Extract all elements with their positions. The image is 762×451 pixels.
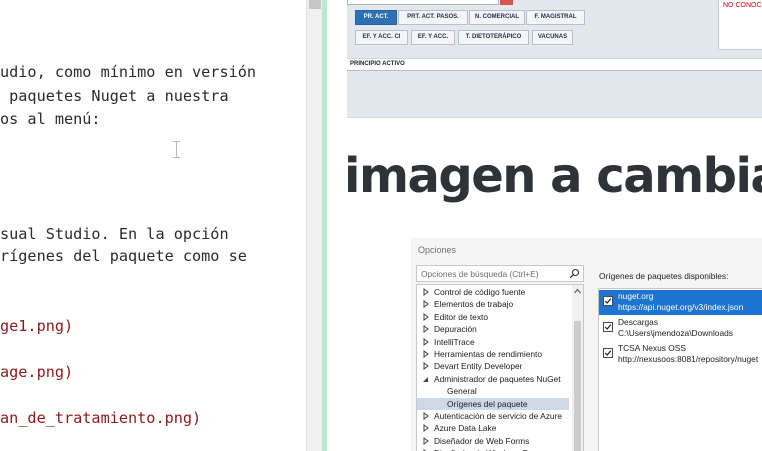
tree-item[interactable]: Autenticación de servicio de Azure xyxy=(417,410,569,422)
status-panel: NO CONOC xyxy=(718,0,762,50)
tree-item[interactable]: General xyxy=(417,385,569,397)
collapsed-arrow-icon[interactable] xyxy=(422,422,430,434)
markdown-preview: PR. ACT. PRT. ACT. PASOS. N. COMERCIAL F… xyxy=(327,0,762,451)
tree-item-label: Administrador de paquetes NuGet xyxy=(434,373,561,384)
options-tree[interactable]: Control de código fuente Elementos de tra… xyxy=(416,284,584,451)
collapsed-arrow-icon[interactable] xyxy=(422,298,430,310)
source-url: https://api.nuget.org/v3/index.json xyxy=(618,302,744,312)
tree-item-label: Orígenes del paquete xyxy=(447,398,528,409)
collapsed-arrow-icon[interactable] xyxy=(422,311,430,323)
tab-pr-act[interactable]: PR. ACT. xyxy=(355,10,397,25)
source-checkbox[interactable] xyxy=(603,348,613,358)
source-checkbox[interactable] xyxy=(603,296,613,306)
editor-line: os al menú: xyxy=(0,110,101,128)
editor-line: paquetes Nuget a nuestra xyxy=(0,87,229,105)
package-source-item[interactable]: TCSA Nexus OSS http://nexusoos:8081/repos… xyxy=(599,342,762,367)
source-name: nuget.org xyxy=(618,291,654,301)
package-sources-list[interactable]: nuget.org https://api.nuget.org/v3/index.… xyxy=(598,288,762,451)
tree-item[interactable]: Devart Entity Developer xyxy=(417,360,569,372)
source-name: TCSA Nexus OSS xyxy=(618,343,686,353)
source-url: http://nexusoos:8081/repository/nuget xyxy=(618,354,759,364)
collapsed-arrow-icon[interactable] xyxy=(422,286,430,298)
sources-header: Orígenes de paquetes disponibles: xyxy=(599,271,729,281)
tree-item-label: Editor de texto xyxy=(434,311,489,322)
source-checkbox[interactable] xyxy=(603,322,613,332)
tree-item[interactable]: Diseñador de Web Forms xyxy=(417,435,569,447)
editor-line: rígenes del paquete como se xyxy=(0,247,247,265)
editor-line: udio, como mínimo en versión xyxy=(0,63,257,81)
collapsed-arrow-icon[interactable] xyxy=(422,447,430,451)
tab-n-comercial[interactable]: N. COMERCIAL xyxy=(469,10,525,25)
tree-item-label: Diseñador de Windows Forms xyxy=(434,447,546,451)
tab-vacunas[interactable]: VACUNAS xyxy=(532,30,573,45)
tree-item-label: Autenticación de servicio de Azure xyxy=(434,411,563,421)
source-url: C:\Users\jmendoza\Downloads xyxy=(618,328,733,338)
collapsed-arrow-icon[interactable] xyxy=(422,360,430,372)
tree-item-label: Devart Entity Developer xyxy=(434,361,523,372)
tab-prt-act-pasos[interactable]: PRT. ACT. PASOS. xyxy=(398,10,468,25)
search-placeholder: Opciones de búsqueda (Ctrl+E) xyxy=(421,269,539,279)
tree-item[interactable]: Orígenes del paquete xyxy=(417,397,569,410)
status-text: NO CONOC xyxy=(723,2,762,9)
tree-item[interactable]: Azure Data Lake xyxy=(417,422,569,434)
tree-item[interactable]: Diseñador de Windows Forms xyxy=(417,447,569,451)
tree-item-label: Control de código fuente xyxy=(434,287,526,297)
tree-scrollbar-thumb[interactable] xyxy=(574,321,581,451)
editor-scrollbar-thumb[interactable] xyxy=(309,0,321,9)
tab-ef-y-acc[interactable]: EF. Y ACC. xyxy=(411,30,455,45)
tree-item[interactable]: Elementos de trabajo xyxy=(417,298,569,310)
tree-item[interactable]: IntelliTrace xyxy=(417,336,569,348)
collapsed-arrow-icon[interactable] xyxy=(422,348,430,360)
tree-item-label: Diseñador de Web Forms xyxy=(434,435,530,446)
red-button-fragment xyxy=(500,0,513,5)
tree-item-label: Azure Data Lake xyxy=(434,423,497,434)
checkmark-icon xyxy=(604,324,612,330)
package-source-item[interactable]: nuget.org https://api.nuget.org/v3/index.… xyxy=(599,290,762,315)
options-search-input[interactable]: Opciones de búsqueda (Ctrl+E) xyxy=(416,265,584,282)
tree-scrollbar[interactable] xyxy=(572,285,583,451)
tree-item[interactable]: Editor de texto xyxy=(417,311,569,323)
search-icon xyxy=(569,268,580,279)
column-header-principio-activo: PRINCIPIO ACTIVO xyxy=(350,61,405,67)
tree-item[interactable]: Herramientas de rendimiento xyxy=(417,348,569,360)
tab-ef-y-acc-ci[interactable]: EF. Y ACC. CI xyxy=(355,30,408,45)
text-cursor-icon xyxy=(173,141,180,158)
tree-item-label: Depuración xyxy=(434,324,477,335)
package-source-item[interactable]: Descargas C:\Users\jmendoza\Downloads xyxy=(599,316,762,341)
editor-scrollbar[interactable] xyxy=(306,0,322,451)
editor-link-line: an_de_tratamiento.png) xyxy=(0,409,202,427)
editor-line: sual Studio. En la opción xyxy=(0,225,229,243)
collapsed-arrow-icon[interactable] xyxy=(422,410,430,422)
options-dialog-image: Opciones Opciones de búsqueda (Ctrl+E) C… xyxy=(411,238,762,451)
editor-link-line: age.png) xyxy=(0,363,74,381)
tab-f-magistral[interactable]: F. MAGISTRAL xyxy=(526,10,585,25)
tree-item-label: IntelliTrace xyxy=(434,336,475,347)
grid-header: PRINCIPIO ACTIVO xyxy=(347,58,762,71)
scroll-up-icon[interactable] xyxy=(574,288,581,294)
tree-item[interactable]: Control de código fuente xyxy=(417,286,569,298)
tree-item-label: General xyxy=(447,386,477,397)
tree-item[interactable]: Administrador de paquetes NuGet xyxy=(417,373,569,385)
tab-t-dietoterapico[interactable]: T. DIETOTERÁPICO xyxy=(458,30,529,45)
collapsed-arrow-icon[interactable] xyxy=(422,323,430,335)
source-name: Descargas xyxy=(618,317,659,327)
search-field-fragment xyxy=(347,0,499,5)
preview-heading: imagen a cambiar xyxy=(344,148,762,204)
checkmark-icon xyxy=(604,350,612,356)
dialog-title: Opciones xyxy=(418,245,457,255)
tree-item-label: Elementos de trabajo xyxy=(434,299,514,310)
tree-item[interactable]: Depuración xyxy=(417,323,569,335)
tree-item-label: Herramientas de rendimiento xyxy=(434,349,542,359)
preview-image-top: PR. ACT. PRT. ACT. PASOS. N. COMERCIAL F… xyxy=(347,0,762,118)
markdown-editor[interactable]: udio, como mínimo en versión paquetes Nu… xyxy=(0,0,306,451)
editor-link-line: ge1.png) xyxy=(0,317,74,335)
expanded-arrow-icon[interactable] xyxy=(422,373,430,385)
collapsed-arrow-icon[interactable] xyxy=(422,336,430,348)
checkmark-icon xyxy=(604,298,612,304)
collapsed-arrow-icon[interactable] xyxy=(422,435,430,447)
